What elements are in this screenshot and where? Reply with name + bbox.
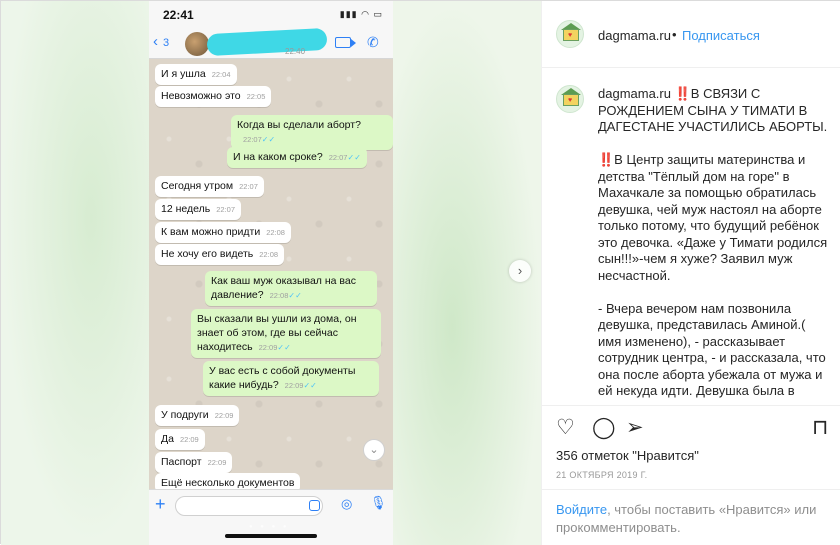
- comment-text: Войдите, чтобы поставить «Нравится» или …: [556, 501, 828, 537]
- chat-message: Сегодня утром 22:07: [155, 176, 264, 197]
- back-count: 3: [163, 37, 170, 49]
- heart-icon[interactable]: ♡: [556, 416, 575, 440]
- caption-scroll-area[interactable]: ♥ dagmama.ru ‼️В СВЯЗИ С РОЖДЕНИЕМ СЫНА …: [542, 69, 840, 405]
- chat-header-time: 22:40: [285, 47, 306, 56]
- contact-avatar: [185, 32, 209, 56]
- caption-body: ‼️В СВЯЗИ С РОЖДЕНИЕМ СЫНА У ТИМАТИ В ДА…: [598, 86, 828, 405]
- comment-icon[interactable]: ◯: [592, 416, 616, 440]
- post-date[interactable]: 21 ОКТЯБРЯ 2019 Г.: [556, 470, 647, 480]
- post-sidebar: ♥ dagmama.ru • Подписаться ♥ dagmama.ru …: [541, 1, 840, 545]
- back-chevron-icon: ‹: [153, 33, 158, 50]
- follow-button[interactable]: Подписаться: [682, 28, 760, 43]
- phone-status-bar: 22:41 ▮▮▮ ◠ ▭: [149, 1, 393, 29]
- chevron-right-icon[interactable]: ›: [509, 260, 531, 282]
- heart-logo-icon: ♥: [568, 97, 573, 104]
- chat-message: Как ваш муж оказывал на вас давление? 22:…: [205, 271, 377, 306]
- sticker-icon: [309, 500, 320, 511]
- status-time: 22:41: [163, 8, 194, 22]
- chat-message: Паспорт 22:09: [155, 452, 233, 473]
- video-call-icon: [335, 37, 356, 48]
- phone-call-icon: ✆: [367, 34, 379, 50]
- header-username[interactable]: dagmama.ru: [598, 28, 671, 43]
- chat-message: Вы сказали вы ушли из дома, он знает об …: [191, 309, 381, 358]
- chat-message: У подруги 22:09: [155, 405, 240, 426]
- mic-icon: 🎙︎: [370, 495, 387, 510]
- home-indicator: [225, 534, 317, 538]
- chat-message: И я ушла 22:04: [155, 64, 237, 85]
- post-media[interactable]: 22:41 ▮▮▮ ◠ ▭ ‹ 3 22:40 ✆ И я ушла 22:04 …: [1, 1, 541, 545]
- chat-header: ‹ 3 22:40 ✆: [149, 27, 393, 59]
- chat-message: Не хочу его видеть 22:08: [155, 244, 285, 265]
- heart-logo-icon: ♥: [568, 32, 573, 39]
- chat-message: 12 недель 22:07: [155, 199, 241, 220]
- camera-icon: ◎: [341, 496, 353, 511]
- share-icon[interactable]: ➢: [626, 416, 644, 440]
- caption-username[interactable]: dagmama.ru: [598, 86, 671, 101]
- plus-icon: +: [155, 494, 166, 514]
- chat-text-field: [175, 496, 323, 516]
- header-separator: •: [672, 27, 677, 42]
- login-link[interactable]: Войдите: [556, 502, 607, 517]
- chat-message: У вас есть с собой документы какие нибуд…: [203, 361, 379, 396]
- post-actions: ♡ ◯ ➢ ⊓ 356 отметок "Нравится" 21 ОКТЯБР…: [542, 405, 840, 489]
- chat-message: К вам можно придти 22:08: [155, 222, 291, 243]
- chat-message: Да 22:09: [155, 429, 205, 450]
- chat-message: Когда вы сделали аборт?22:07✓✓: [231, 115, 393, 150]
- caption-avatar[interactable]: ♥: [556, 85, 584, 113]
- likes-count[interactable]: 356 отметок "Нравится": [556, 448, 699, 463]
- instagram-post: 22:41 ▮▮▮ ◠ ▭ ‹ 3 22:40 ✆ И я ушла 22:04 …: [0, 0, 840, 545]
- scroll-down-chevron-icon: ⌄: [363, 439, 385, 461]
- chat-message: Невозможно это 22:05: [155, 86, 272, 107]
- chat-screenshot: 22:41 ▮▮▮ ◠ ▭ ‹ 3 22:40 ✆ И я ушла 22:04 …: [149, 1, 393, 545]
- post-header: ♥ dagmama.ru • Подписаться: [542, 1, 840, 68]
- chat-input-bar: + ◎ 🎙︎: [149, 489, 393, 545]
- comment-prompt: Войдите, чтобы поставить «Нравится» или …: [542, 489, 840, 545]
- signal-battery-icon: ▮▮▮ ◠ ▭: [339, 9, 383, 19]
- chat-message: И на каком сроке? 22:07✓✓: [227, 147, 367, 168]
- redaction-mark: [206, 27, 328, 57]
- carousel-dots: ● ● ● ●: [249, 524, 290, 530]
- bookmark-icon[interactable]: ⊓: [812, 416, 828, 440]
- media-blur-left: [1, 1, 151, 545]
- caption-text: dagmama.ru ‼️В СВЯЗИ С РОЖДЕНИЕМ СЫНА У …: [598, 86, 832, 405]
- avatar[interactable]: ♥: [556, 20, 584, 48]
